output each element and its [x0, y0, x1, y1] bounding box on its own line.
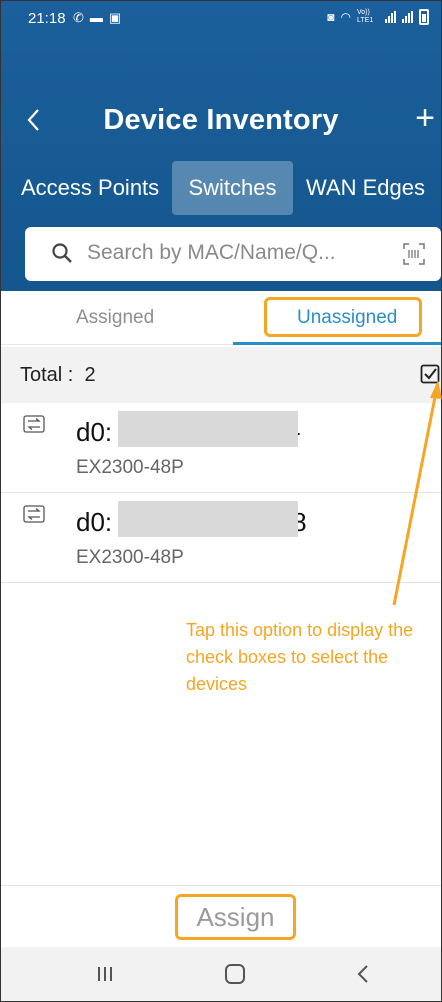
segment-switches[interactable]: Switches	[172, 161, 293, 215]
system-icons: ◙ ◠ Vo)) LTE1	[327, 9, 429, 25]
device-model: EX2300-48P	[76, 457, 184, 478]
wifi-icon: ◠	[340, 10, 351, 24]
signal-icon	[385, 11, 396, 23]
shopping-bag-icon: ▣	[108, 10, 122, 25]
tab-assigned[interactable]: Assigned	[76, 291, 154, 345]
redacted-mac-block	[118, 501, 298, 537]
alarm-icon: ◙	[327, 10, 335, 24]
segment-access-points[interactable]: Access Points	[21, 161, 159, 215]
segment-wan-edges[interactable]: WAN Edges	[306, 161, 425, 215]
select-checkbox-icon[interactable]	[420, 364, 440, 384]
switch-icon	[23, 415, 45, 433]
volte-label: Vo)) LTE1	[357, 9, 374, 24]
app-header: 21:18 ✆ ▬ ▣ ◙ ◠ Vo)) LTE1 Device Invento…	[1, 1, 441, 291]
recent-apps-icon[interactable]	[96, 966, 114, 982]
device-list-item[interactable]: d0:- EX2300-48P	[1, 403, 441, 493]
home-icon[interactable]	[225, 964, 245, 984]
search-placeholder: Search by MAC/Name/Q...	[87, 241, 336, 264]
total-count: 2	[84, 364, 96, 386]
whatsapp-icon: ✆	[73, 10, 84, 25]
annotation-callout: Tap this option to display the check box…	[186, 620, 414, 694]
barcode-scan-icon[interactable]	[403, 243, 425, 265]
notification-icons: ✆ ▬ ▣	[73, 10, 121, 26]
battery-icon	[419, 9, 429, 25]
status-bar: 21:18 ✆ ▬ ▣ ◙ ◠ Vo)) LTE1	[1, 1, 441, 37]
back-nav-icon[interactable]	[356, 963, 370, 985]
page-title: Device Inventory	[103, 104, 339, 136]
assign-button[interactable]: Assign	[175, 894, 296, 940]
redacted-mac-block	[118, 411, 298, 447]
signal-icon-2	[402, 11, 413, 23]
active-tab-indicator	[233, 342, 441, 345]
android-nav-bar	[1, 947, 441, 1001]
search-input[interactable]: Search by MAC/Name/Q...	[25, 227, 441, 281]
device-list-item[interactable]: d0: 8 EX2300-48P	[1, 493, 441, 583]
search-icon	[52, 243, 72, 263]
add-button[interactable]: +	[415, 101, 435, 135]
unassigned-highlight-box	[264, 297, 422, 337]
message-icon: ▬	[89, 10, 103, 25]
device-type-selector: Access Points Switches WAN Edges	[1, 161, 441, 215]
total-bar: Total : 2	[1, 347, 441, 403]
switch-icon	[23, 505, 45, 523]
device-model: EX2300-48P	[76, 547, 184, 568]
total-label: Total : 2	[20, 364, 96, 386]
status-time: 21:18	[28, 10, 66, 27]
